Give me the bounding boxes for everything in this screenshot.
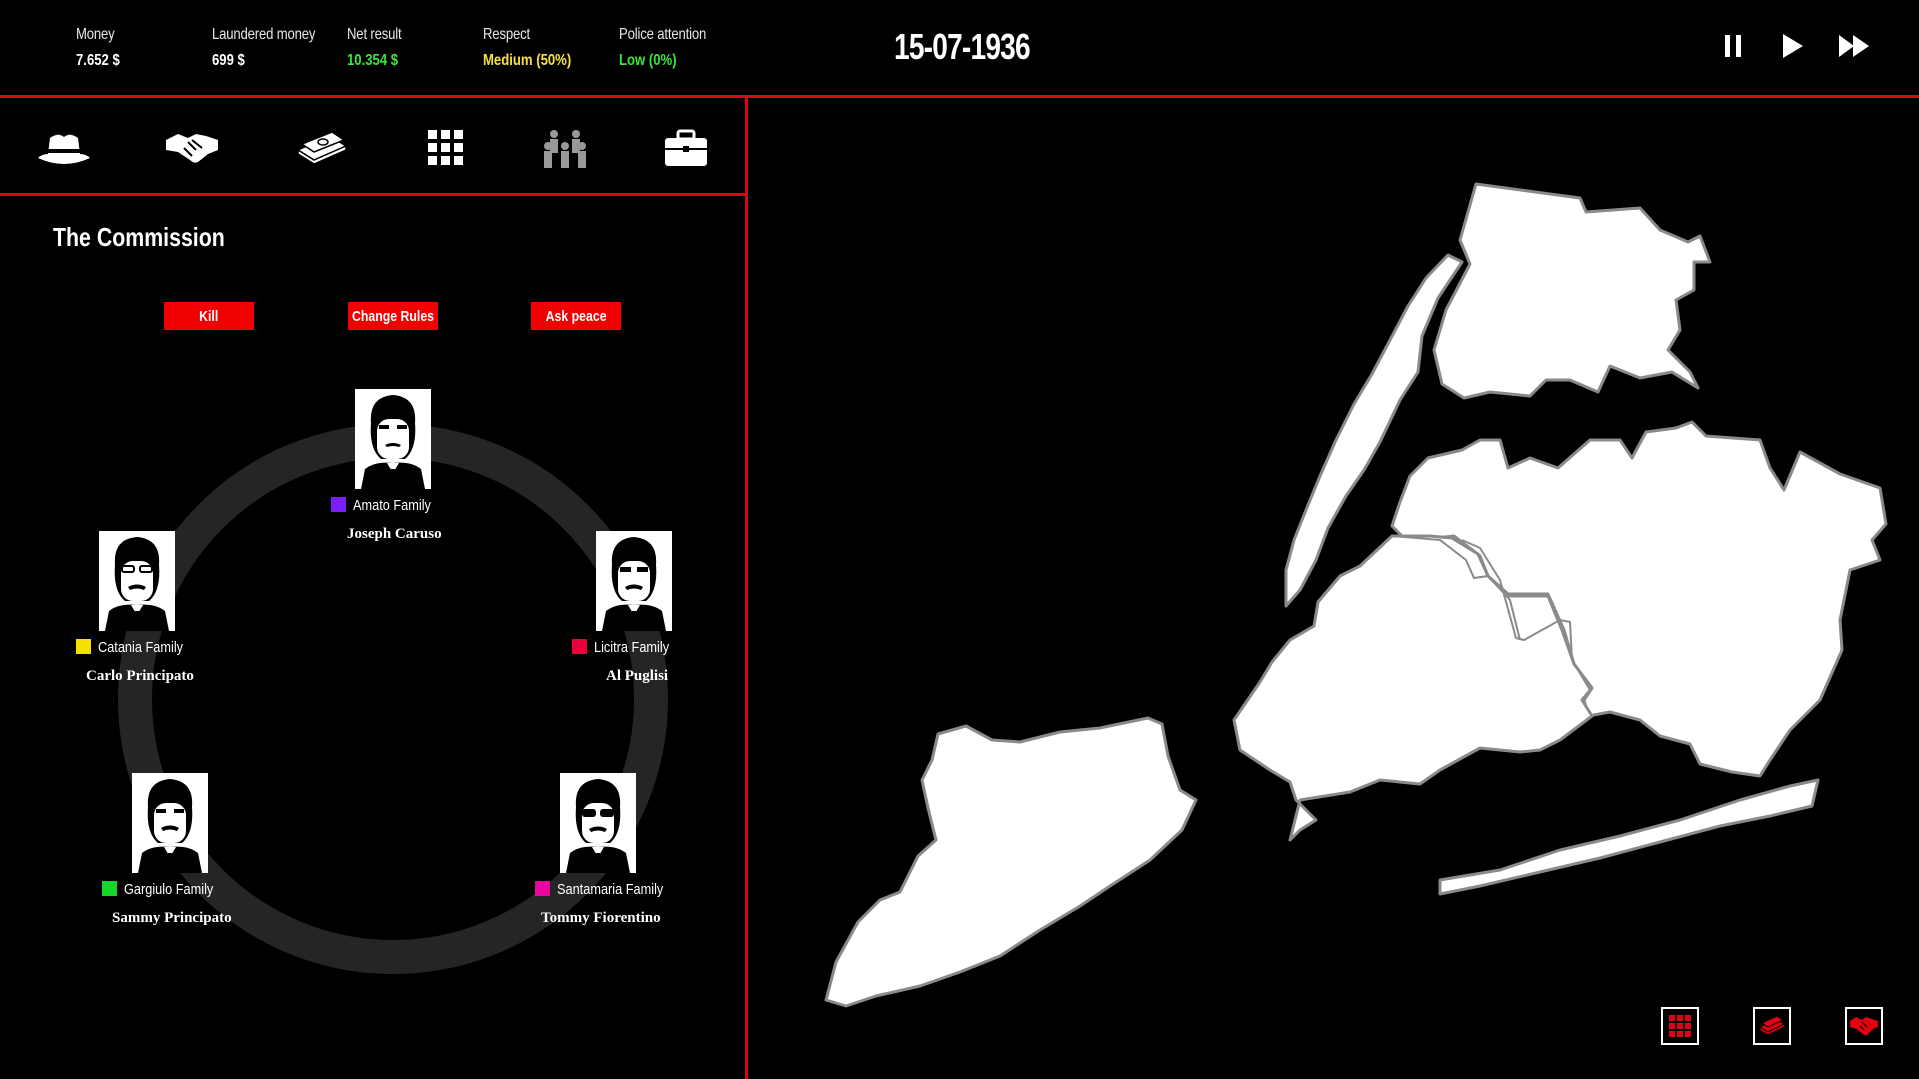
- mobster-portrait-icon: [361, 395, 425, 489]
- mobster-portrait-icon: [566, 779, 630, 873]
- stat-label: Money: [76, 26, 115, 43]
- stat-label: Laundered money: [212, 26, 316, 43]
- stat-label: Respect: [483, 26, 530, 43]
- stat-money: Money 7.652 $: [76, 26, 129, 70]
- tab-districts[interactable]: [416, 120, 476, 176]
- tab-deals[interactable]: [162, 120, 222, 176]
- stat-value: 10.354 $: [347, 52, 399, 69]
- panel-title: The Commission: [53, 222, 225, 252]
- tabs-divider: [0, 193, 748, 196]
- family-name: Gargiulo Family: [124, 881, 214, 898]
- tab-money[interactable]: [292, 120, 352, 176]
- kill-button[interactable]: Kill: [164, 302, 254, 330]
- stat-value: 699 $: [212, 52, 245, 69]
- stat-laundered-money: Laundered money 699 $: [212, 26, 338, 70]
- stat-respect: Respect Medium (50%): [483, 26, 591, 70]
- family-label: Gargiulo Family: [102, 881, 229, 898]
- stat-value: Medium (50%): [483, 52, 572, 69]
- money-stack-icon: [1758, 1015, 1786, 1036]
- family-color-swatch: [572, 639, 587, 654]
- family-name: Licitra Family: [594, 639, 670, 656]
- map-grid-button[interactable]: [1661, 1007, 1699, 1045]
- family-label: Amato Family: [331, 497, 445, 514]
- game-screen: Money 7.652 $ Laundered money 699 $ Net …: [0, 0, 1919, 1079]
- play-icon: [1783, 34, 1803, 58]
- boss-portrait: [596, 531, 672, 631]
- boss-name: Tommy Fiorentino: [541, 910, 661, 926]
- family-label: Santamaria Family: [535, 881, 682, 898]
- family-color-swatch: [102, 881, 117, 896]
- tab-commission[interactable]: [535, 120, 595, 176]
- grid-icon: [428, 130, 463, 165]
- city-map: [824, 182, 1888, 1008]
- mobster-portrait-icon: [602, 537, 666, 631]
- stat-value: Low (0%): [619, 52, 677, 69]
- top-divider: [0, 95, 1919, 98]
- fast-forward-button[interactable]: [1836, 30, 1870, 62]
- play-button[interactable]: [1775, 30, 1809, 62]
- family-name: Catania Family: [98, 639, 184, 656]
- district-rockaway[interactable]: [1438, 778, 1820, 896]
- ask-peace-button-label: Ask peace: [545, 307, 607, 325]
- kill-button-label: Kill: [199, 307, 219, 325]
- panel-divider: [745, 95, 748, 1079]
- ask-peace-button[interactable]: Ask peace: [531, 302, 621, 330]
- tab-families[interactable]: [34, 120, 94, 176]
- family-label: Licitra Family: [572, 639, 682, 656]
- money-stack-icon: [296, 131, 348, 165]
- boss-name: Joseph Caruso: [347, 526, 442, 542]
- stat-value: 7.652 $: [76, 52, 120, 69]
- grid-icon: [1669, 1015, 1691, 1037]
- stat-label: Net result: [347, 26, 402, 43]
- map-handshake-button[interactable]: [1845, 1007, 1883, 1045]
- boss-portrait: [132, 773, 208, 873]
- briefcase-icon: [665, 129, 707, 166]
- stat-net-result: Net result 10.354 $: [347, 26, 413, 70]
- top-bar: Money 7.652 $ Laundered money 699 $ Net …: [0, 0, 1919, 96]
- fedora-hat-icon: [38, 134, 90, 164]
- family-name: Santamaria Family: [557, 881, 664, 898]
- tab-business[interactable]: [656, 120, 716, 176]
- pause-button[interactable]: [1716, 30, 1750, 62]
- pause-icon: [1725, 35, 1741, 57]
- mobster-portrait-icon: [105, 537, 169, 631]
- boss-portrait: [560, 773, 636, 873]
- people-icon: [544, 130, 586, 168]
- game-date: 15-07-1936: [894, 26, 1031, 67]
- family-color-swatch: [535, 881, 550, 896]
- fast-forward-icon: [1839, 35, 1869, 57]
- boss-portrait: [99, 531, 175, 631]
- family-name: Amato Family: [353, 497, 431, 514]
- district-bronx[interactable]: [1432, 182, 1712, 400]
- change-rules-button[interactable]: Change Rules: [348, 302, 438, 330]
- handshake-icon: [166, 134, 218, 163]
- mobster-portrait-icon: [138, 779, 202, 873]
- boss-name: Sammy Principato: [112, 910, 232, 926]
- map-money-button[interactable]: [1753, 1007, 1791, 1045]
- district-staten-island[interactable]: [824, 716, 1198, 1008]
- family-color-swatch: [76, 639, 91, 654]
- handshake-icon: [1850, 1017, 1878, 1036]
- family-color-swatch: [331, 497, 346, 512]
- stat-police-attention: Police attention Low (0%): [619, 26, 725, 70]
- boss-name: Carlo Principato: [86, 668, 194, 684]
- boss-name: Al Puglisi: [606, 668, 669, 684]
- family-label: Catania Family: [76, 639, 198, 656]
- stat-label: Police attention: [619, 26, 707, 43]
- boss-portrait: [355, 389, 431, 489]
- change-rules-button-label: Change Rules: [351, 307, 435, 325]
